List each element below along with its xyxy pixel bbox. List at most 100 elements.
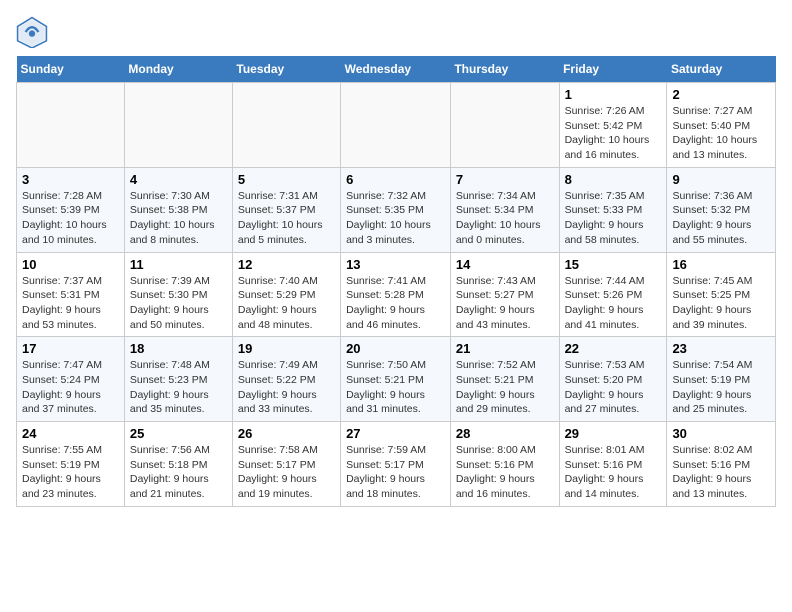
col-header-saturday: Saturday xyxy=(667,56,776,83)
day-number: 19 xyxy=(238,341,335,356)
day-info: Sunrise: 7:27 AM Sunset: 5:40 PM Dayligh… xyxy=(672,104,770,163)
calendar-day-cell xyxy=(450,83,559,168)
day-info: Sunrise: 7:48 AM Sunset: 5:23 PM Dayligh… xyxy=(130,358,227,417)
calendar-day-cell: 17Sunrise: 7:47 AM Sunset: 5:24 PM Dayli… xyxy=(17,337,125,422)
calendar-day-cell xyxy=(124,83,232,168)
calendar-day-cell: 5 Sunrise: 7:31 AM Sunset: 5:37 PM Daylig… xyxy=(232,167,340,252)
day-number: 15 xyxy=(565,257,662,272)
day-info: Sunrise: 7:26 AM Sunset: 5:42 PM Dayligh… xyxy=(565,104,662,163)
day-info: Sunrise: 7:54 AM Sunset: 5:19 PM Dayligh… xyxy=(672,358,770,417)
day-info: Sunrise: 7:44 AM Sunset: 5:26 PM Dayligh… xyxy=(565,274,662,333)
day-info: Sunrise: 7:56 AM Sunset: 5:18 PM Dayligh… xyxy=(130,443,227,502)
day-info: Sunrise: 7:34 AM Sunset: 5:34 PM Dayligh… xyxy=(456,189,554,248)
calendar-day-cell: 6Sunrise: 7:32 AM Sunset: 5:35 PM Daylig… xyxy=(341,167,451,252)
col-header-tuesday: Tuesday xyxy=(232,56,340,83)
day-info: Sunrise: 7:30 AM Sunset: 5:38 PM Dayligh… xyxy=(130,189,227,248)
calendar-day-cell: 12 Sunrise: 7:40 AM Sunset: 5:29 PM Dayli… xyxy=(232,252,340,337)
day-number: 22 xyxy=(565,341,662,356)
calendar-day-cell: 3 Sunrise: 7:28 AM Sunset: 5:39 PM Daylig… xyxy=(17,167,125,252)
col-header-sunday: Sunday xyxy=(17,56,125,83)
calendar-day-cell: 16 Sunrise: 7:45 AM Sunset: 5:25 PM Dayli… xyxy=(667,252,776,337)
day-number: 29 xyxy=(565,426,662,441)
calendar-day-cell: 23 Sunrise: 7:54 AM Sunset: 5:19 PM Dayli… xyxy=(667,337,776,422)
day-info: Sunrise: 7:53 AM Sunset: 5:20 PM Dayligh… xyxy=(565,358,662,417)
calendar-day-cell: 2Sunrise: 7:27 AM Sunset: 5:40 PM Daylig… xyxy=(667,83,776,168)
day-info: Sunrise: 7:49 AM Sunset: 5:22 PM Dayligh… xyxy=(238,358,335,417)
calendar-day-cell: 11 Sunrise: 7:39 AM Sunset: 5:30 PM Dayli… xyxy=(124,252,232,337)
calendar-day-cell: 14 Sunrise: 7:43 AM Sunset: 5:27 PM Dayli… xyxy=(450,252,559,337)
calendar-day-cell xyxy=(341,83,451,168)
day-number: 18 xyxy=(130,341,227,356)
calendar-day-cell: 7Sunrise: 7:34 AM Sunset: 5:34 PM Daylig… xyxy=(450,167,559,252)
day-number: 25 xyxy=(130,426,227,441)
calendar-day-cell: 1 Sunrise: 7:26 AM Sunset: 5:42 PM Daylig… xyxy=(559,83,667,168)
day-number: 28 xyxy=(456,426,554,441)
calendar-day-cell: 15 Sunrise: 7:44 AM Sunset: 5:26 PM Dayli… xyxy=(559,252,667,337)
col-header-wednesday: Wednesday xyxy=(341,56,451,83)
calendar-day-cell: 9 Sunrise: 7:36 AM Sunset: 5:32 PM Daylig… xyxy=(667,167,776,252)
calendar-week-row: 24Sunrise: 7:55 AM Sunset: 5:19 PM Dayli… xyxy=(17,422,776,507)
day-number: 20 xyxy=(346,341,445,356)
day-number: 5 xyxy=(238,172,335,187)
day-number: 10 xyxy=(22,257,119,272)
day-info: Sunrise: 8:01 AM Sunset: 5:16 PM Dayligh… xyxy=(565,443,662,502)
calendar-day-cell: 8Sunrise: 7:35 AM Sunset: 5:33 PM Daylig… xyxy=(559,167,667,252)
day-info: Sunrise: 7:52 AM Sunset: 5:21 PM Dayligh… xyxy=(456,358,554,417)
day-info: Sunrise: 8:00 AM Sunset: 5:16 PM Dayligh… xyxy=(456,443,554,502)
day-info: Sunrise: 7:32 AM Sunset: 5:35 PM Dayligh… xyxy=(346,189,445,248)
calendar-day-cell: 30 Sunrise: 8:02 AM Sunset: 5:16 PM Dayli… xyxy=(667,422,776,507)
day-number: 8 xyxy=(565,172,662,187)
calendar-day-cell: 25 Sunrise: 7:56 AM Sunset: 5:18 PM Dayli… xyxy=(124,422,232,507)
col-header-friday: Friday xyxy=(559,56,667,83)
logo-icon xyxy=(16,16,48,48)
calendar-day-cell: 20 Sunrise: 7:50 AM Sunset: 5:21 PM Dayli… xyxy=(341,337,451,422)
day-number: 24 xyxy=(22,426,119,441)
day-info: Sunrise: 7:36 AM Sunset: 5:32 PM Dayligh… xyxy=(672,189,770,248)
day-info: Sunrise: 7:59 AM Sunset: 5:17 PM Dayligh… xyxy=(346,443,445,502)
day-info: Sunrise: 7:40 AM Sunset: 5:29 PM Dayligh… xyxy=(238,274,335,333)
day-number: 3 xyxy=(22,172,119,187)
calendar-day-cell xyxy=(232,83,340,168)
day-number: 12 xyxy=(238,257,335,272)
day-info: Sunrise: 7:28 AM Sunset: 5:39 PM Dayligh… xyxy=(22,189,119,248)
calendar-day-cell: 18 Sunrise: 7:48 AM Sunset: 5:23 PM Dayli… xyxy=(124,337,232,422)
day-number: 26 xyxy=(238,426,335,441)
calendar-day-cell: 29 Sunrise: 8:01 AM Sunset: 5:16 PM Dayli… xyxy=(559,422,667,507)
day-number: 9 xyxy=(672,172,770,187)
day-number: 13 xyxy=(346,257,445,272)
calendar-day-cell: 13Sunrise: 7:41 AM Sunset: 5:28 PM Dayli… xyxy=(341,252,451,337)
day-number: 1 xyxy=(565,87,662,102)
calendar-day-cell: 27 Sunrise: 7:59 AM Sunset: 5:17 PM Dayli… xyxy=(341,422,451,507)
day-info: Sunrise: 7:43 AM Sunset: 5:27 PM Dayligh… xyxy=(456,274,554,333)
calendar-week-row: 1 Sunrise: 7:26 AM Sunset: 5:42 PM Daylig… xyxy=(17,83,776,168)
calendar-day-cell: 26 Sunrise: 7:58 AM Sunset: 5:17 PM Dayli… xyxy=(232,422,340,507)
day-info: Sunrise: 7:58 AM Sunset: 5:17 PM Dayligh… xyxy=(238,443,335,502)
day-number: 23 xyxy=(672,341,770,356)
calendar-day-cell: 21 Sunrise: 7:52 AM Sunset: 5:21 PM Dayli… xyxy=(450,337,559,422)
day-number: 30 xyxy=(672,426,770,441)
calendar-week-row: 10 Sunrise: 7:37 AM Sunset: 5:31 PM Dayli… xyxy=(17,252,776,337)
calendar-week-row: 17Sunrise: 7:47 AM Sunset: 5:24 PM Dayli… xyxy=(17,337,776,422)
day-number: 11 xyxy=(130,257,227,272)
day-number: 4 xyxy=(130,172,227,187)
calendar-day-cell xyxy=(17,83,125,168)
logo xyxy=(16,16,52,48)
day-info: Sunrise: 7:39 AM Sunset: 5:30 PM Dayligh… xyxy=(130,274,227,333)
day-info: Sunrise: 7:31 AM Sunset: 5:37 PM Dayligh… xyxy=(238,189,335,248)
col-header-thursday: Thursday xyxy=(450,56,559,83)
day-info: Sunrise: 7:37 AM Sunset: 5:31 PM Dayligh… xyxy=(22,274,119,333)
calendar-day-cell: 28 Sunrise: 8:00 AM Sunset: 5:16 PM Dayli… xyxy=(450,422,559,507)
day-number: 14 xyxy=(456,257,554,272)
page-header xyxy=(16,16,776,48)
calendar-day-cell: 4 Sunrise: 7:30 AM Sunset: 5:38 PM Daylig… xyxy=(124,167,232,252)
day-number: 27 xyxy=(346,426,445,441)
calendar-day-cell: 19 Sunrise: 7:49 AM Sunset: 5:22 PM Dayli… xyxy=(232,337,340,422)
day-number: 16 xyxy=(672,257,770,272)
day-info: Sunrise: 7:50 AM Sunset: 5:21 PM Dayligh… xyxy=(346,358,445,417)
day-info: Sunrise: 8:02 AM Sunset: 5:16 PM Dayligh… xyxy=(672,443,770,502)
day-info: Sunrise: 7:45 AM Sunset: 5:25 PM Dayligh… xyxy=(672,274,770,333)
calendar-week-row: 3 Sunrise: 7:28 AM Sunset: 5:39 PM Daylig… xyxy=(17,167,776,252)
calendar-table: SundayMondayTuesdayWednesdayThursdayFrid… xyxy=(16,56,776,507)
calendar-day-cell: 24Sunrise: 7:55 AM Sunset: 5:19 PM Dayli… xyxy=(17,422,125,507)
day-number: 21 xyxy=(456,341,554,356)
